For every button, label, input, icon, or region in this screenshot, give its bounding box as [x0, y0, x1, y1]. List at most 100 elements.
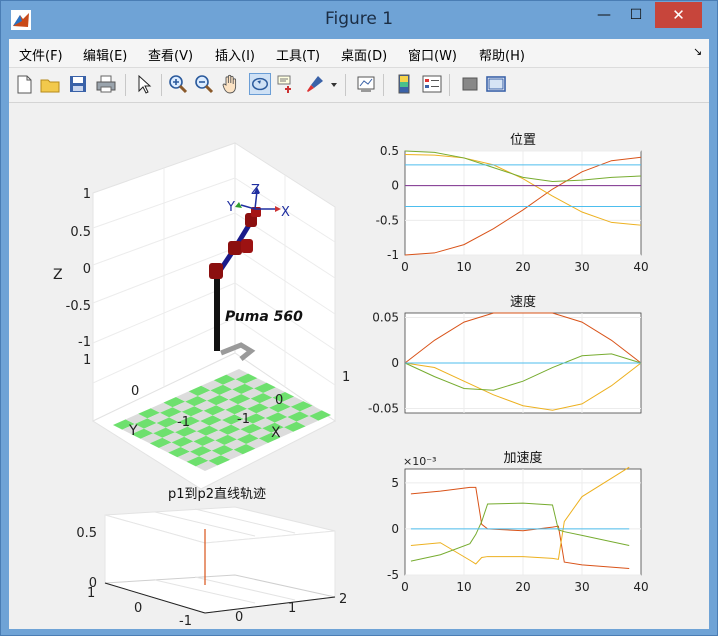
pointer-icon[interactable]: [133, 73, 155, 95]
y-tick: 1: [83, 353, 91, 368]
y-tick-label: -0.5: [376, 213, 399, 227]
y-tick-label: 0: [391, 179, 399, 193]
x-tick-label: 40: [633, 580, 648, 594]
hide-plot-tools-icon[interactable]: [459, 73, 481, 95]
legend-icon[interactable]: [421, 73, 443, 95]
toolbar-separator: [125, 74, 126, 96]
figure-content: 文件(F) 编辑(E) 查看(V) 插入(I) 工具(T) 桌面(D) 窗口(W…: [9, 39, 709, 629]
robot-3d-axes[interactable]: Z Y X Puma 560 1 0.5 0 -0.5 -1 Z 1 0 -1 …: [53, 142, 350, 490]
new-figure-icon[interactable]: [13, 73, 35, 95]
brush-dropdown-icon[interactable]: [329, 73, 339, 95]
y-tick-label: -5: [387, 568, 399, 582]
y-tick-label: 5: [391, 476, 399, 490]
trajectory-title: p1到p2直线轨迹: [168, 487, 266, 502]
x-tick-label: 30: [574, 580, 589, 594]
y-tick: 1: [87, 586, 95, 601]
menu-desktop[interactable]: 桌面(D): [341, 45, 387, 64]
x-tick: -1: [237, 412, 250, 427]
y-tick: -1: [179, 614, 192, 629]
line-charts[interactable]: 0.50-0.5-10 10 20 30 40位置0.050-0.05速度50-50 10…: [368, 133, 649, 594]
x-tick: 1: [288, 601, 296, 616]
toolbar-separator: [161, 74, 162, 96]
y-tick-label: 0: [391, 522, 399, 536]
z-tick: 0: [83, 262, 91, 277]
toolbar-separator: [345, 74, 346, 96]
show-plot-tools-icon[interactable]: [485, 73, 507, 95]
y-tick: 0: [134, 601, 142, 616]
frame-z-label: Z: [251, 183, 260, 198]
toolbar-separator: [383, 74, 384, 96]
y-tick-label: 0.05: [372, 311, 399, 325]
menu-window[interactable]: 窗口(W): [408, 45, 457, 64]
x-tick-label: 0: [401, 580, 409, 594]
rotate-3d-icon[interactable]: [249, 73, 271, 95]
y-tick-label: -1: [387, 248, 399, 262]
robot-joint-elbow: [228, 241, 242, 255]
z-tick: -1: [78, 335, 91, 350]
z-tick-labels: 1 0.5 0 -0.5 -1: [66, 187, 91, 350]
menu-help[interactable]: 帮助(H): [479, 45, 525, 64]
y-tick-label: -0.05: [368, 401, 399, 415]
menu-dock-icon[interactable]: ↘: [693, 45, 702, 58]
zoom-in-icon[interactable]: [167, 73, 189, 95]
figure-canvas[interactable]: Z Y X Puma 560 1 0.5 0 -0.5 -1 Z 1 0 -1 …: [9, 103, 709, 629]
z-tick: 0.5: [70, 225, 91, 240]
z-tick: 1: [83, 187, 91, 202]
menu-tools[interactable]: 工具(T): [276, 45, 320, 64]
z-tick: -0.5: [66, 299, 91, 314]
menu-insert[interactable]: 插入(I): [215, 45, 255, 64]
y-tick: 0: [131, 384, 139, 399]
x-tick-label: 10: [456, 260, 471, 274]
print-icon[interactable]: [95, 73, 117, 95]
z-axis-label: Z: [53, 267, 63, 283]
robot-joint-elbow-b: [241, 239, 253, 253]
menu-view[interactable]: 查看(V): [148, 45, 193, 64]
axis-scale-label: ×10⁻³: [403, 455, 436, 468]
x-tick: 0: [275, 393, 283, 408]
chart-title: 位置: [510, 133, 536, 148]
pan-hand-icon[interactable]: [220, 73, 242, 95]
figure-window: Figure 1 — ☐ ✕ 文件(F) 编辑(E) 查看(V) 插入(I) 工…: [0, 0, 718, 636]
colorbar-icon[interactable]: [393, 73, 415, 95]
plots-svg: Z Y X Puma 560 1 0.5 0 -0.5 -1 Z 1 0 -1 …: [53, 133, 649, 629]
traj-z-ticks: 0.5 0: [76, 526, 97, 591]
toolbar-separator: [449, 74, 450, 96]
minimize-button[interactable]: —: [589, 2, 619, 28]
x-tick: 0: [235, 610, 243, 625]
x-tick-label: 0: [401, 260, 409, 274]
figure-toolbar: [9, 68, 709, 103]
z-tick: 0.5: [76, 526, 97, 541]
x-tick-label: 30: [574, 260, 589, 274]
chart-title: 速度: [510, 294, 536, 310]
y-tick: -1: [177, 415, 190, 430]
chart-2[interactable]: 0.05 0 -0.05 速度: [368, 294, 642, 415]
close-button[interactable]: ✕: [655, 2, 702, 28]
frame-x-label: X: [281, 205, 290, 220]
x-tick: 1: [342, 370, 350, 385]
trajectory-3d-axes[interactable]: p1到p2直线轨迹 0.5 0 1 0 -1 0 1 2: [76, 487, 347, 629]
x-tick-label: 40: [633, 260, 648, 274]
link-plot-icon[interactable]: [355, 73, 377, 95]
maximize-button[interactable]: ☐: [621, 2, 651, 28]
robot-joint-shoulder: [209, 263, 223, 279]
save-icon[interactable]: [67, 73, 89, 95]
x-tick-label: 20: [515, 260, 530, 274]
title-bar: Figure 1 — ☐ ✕: [1, 1, 717, 39]
robot-name-label: Puma 560: [225, 309, 303, 325]
y-axis-label: Y: [128, 423, 138, 439]
menu-edit[interactable]: 编辑(E): [83, 45, 127, 64]
brush-icon[interactable]: [304, 73, 326, 95]
y-tick-label: 0.5: [380, 144, 399, 158]
zoom-out-icon[interactable]: [193, 73, 215, 95]
chart-1[interactable]: 0.50-0.5-10 10 20 30 40位置: [376, 133, 649, 274]
chart-title: 加速度: [503, 450, 542, 466]
chart-3[interactable]: 50-50 10 20 30 40加速度×10⁻³: [387, 450, 649, 594]
menu-bar: 文件(F) 编辑(E) 查看(V) 插入(I) 工具(T) 桌面(D) 窗口(W…: [9, 39, 709, 68]
y-tick-label: 0: [391, 356, 399, 370]
frame-y-label: Y: [226, 200, 235, 215]
data-cursor-icon[interactable]: [276, 73, 298, 95]
x-tick-label: 20: [515, 580, 530, 594]
menu-file[interactable]: 文件(F): [19, 45, 63, 64]
x-axis-label: X: [271, 425, 281, 441]
open-file-icon[interactable]: [39, 73, 61, 95]
